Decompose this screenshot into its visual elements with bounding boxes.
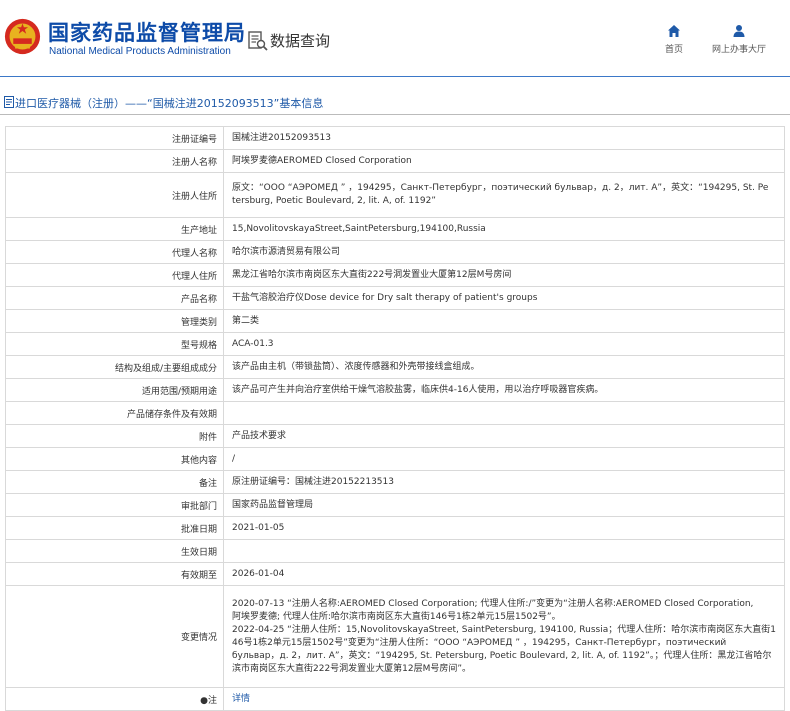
row-label: 附件 [5, 424, 224, 448]
table-row: 备注 原注册证编号：国械注进20152213513 [5, 470, 785, 494]
breadcrumb-text: 进口医疗器械（注册）——“国械注进20152093513”基本信息 [15, 97, 324, 110]
value-line: 原文：“ООО “АЭРОМЕД ” ，194295，Санкт-Петербу… [232, 183, 769, 193]
row-value [223, 539, 785, 563]
row-value: 第二类 [223, 309, 785, 333]
data-query-icon [248, 31, 268, 51]
row-value: 15,NovolitovskayaStreet,SaintPetersburg,… [223, 217, 785, 241]
user-icon [733, 25, 745, 37]
row-label: 生效日期 [5, 539, 224, 563]
row-value: 2021-01-05 [223, 516, 785, 540]
row-value: 2026-01-04 [223, 562, 785, 586]
row-label: ●注 [5, 687, 224, 711]
row-label: 管理类别 [5, 309, 224, 333]
table-row: 生产地址 15,NovolitovskayaStreet,SaintPetersb… [5, 217, 785, 241]
row-label: 结构及组成/主要组成成分 [5, 355, 224, 379]
site-title: 国家药品监督管理局 [48, 21, 246, 45]
row-label: 代理人名称 [5, 240, 224, 264]
row-value: 该产品由主机（带锁盐筒）、浓度传感器和外壳带接线盒组成。 [223, 355, 785, 379]
header-divider [0, 76, 790, 77]
row-label: 其他内容 [5, 447, 224, 471]
row-label: 注册人名称 [5, 149, 224, 173]
row-label: 代理人住所 [5, 263, 224, 287]
table-row: 结构及组成/主要组成成分 该产品由主机（带锁盐筒）、浓度传感器和外壳带接线盒组成。 [5, 355, 785, 379]
row-value: 原文：“ООО “АЭРОМЕД ” ，194295，Санкт-Петербу… [223, 172, 785, 218]
breadcrumb: 进口医疗器械（注册）——“国械注进20152093513”基本信息 [0, 92, 790, 114]
table-row: 审批部门 国家药品监督管理局 [5, 493, 785, 517]
table-row: 型号规格 ACA-01.3 [5, 332, 785, 356]
row-value: 国家药品监督管理局 [223, 493, 785, 517]
row-label: 审批部门 [5, 493, 224, 517]
document-icon [4, 96, 14, 108]
home-icon [668, 25, 680, 37]
nav-online-office[interactable]: 网上办事大厅 [706, 24, 772, 55]
header: 国家药品监督管理局 National Medical Products Admi… [0, 0, 790, 76]
row-label: 备注 [5, 470, 224, 494]
row-value: ACA-01.3 [223, 332, 785, 356]
row-value [223, 401, 785, 425]
table-row: 生效日期 [5, 539, 785, 563]
table-row: ●注 详情 [5, 687, 785, 711]
table-row: 注册人住所 原文：“ООО “АЭРОМЕД ” ，194295，Санкт-Пе… [5, 172, 785, 218]
table-row: 管理类别 第二类 [5, 309, 785, 333]
row-label: 变更情况 [5, 585, 224, 688]
nav-home-label: 首页 [664, 45, 683, 55]
table-row: 适用范围/预期用途 该产品可产生并向治疗室供给干燥气溶胶盐雾，临床供4-16人使用… [5, 378, 785, 402]
value-line: 2020-07-13 “注册人名称:AEROMED Closed Corpora… [232, 598, 754, 609]
row-value: 干盐气溶胶治疗仪Dose device for Dry salt therapy… [223, 286, 785, 310]
table-row: 变更情况 2020-07-13 “注册人名称:AEROMED Closed Cor… [5, 585, 785, 688]
table-row: 有效期至 2026-01-04 [5, 562, 785, 586]
data-query-title: 数据查询 [270, 32, 331, 50]
row-value: 阿埃罗麦德AEROMED Closed Corporation [223, 149, 785, 173]
table-row: 注册人名称 阿埃罗麦德AEROMED Closed Corporation [5, 149, 785, 173]
row-value: 2020-07-13 “注册人名称:AEROMED Closed Corpora… [223, 585, 785, 688]
row-label: 注册证编号 [5, 126, 224, 150]
row-value: 该产品可产生并向治疗室供给干燥气溶胶盐雾，临床供4-16人使用，用以治疗呼吸器官… [223, 378, 785, 402]
row-label: 批准日期 [5, 516, 224, 540]
value-line: 阿埃罗麦德; 代理人住所:哈尔滨市南岗区东大直街146号1栋2单元15层1502… [232, 611, 561, 622]
row-value: 哈尔滨市源清贸易有限公司 [223, 240, 785, 264]
details-link[interactable]: 详情 [232, 694, 250, 704]
table-row: 注册证编号 国械注进20152093513 [5, 126, 785, 150]
nav-online-office-label: 网上办事大厅 [711, 45, 766, 55]
row-label: 有效期至 [5, 562, 224, 586]
table-row: 代理人名称 哈尔滨市源清贸易有限公司 [5, 240, 785, 264]
row-value: 原注册证编号：国械注进20152213513 [223, 470, 785, 494]
row-label: 产品名称 [5, 286, 224, 310]
value-line: 滨市南岗区东大直街222号洞发置业大厦第12层M号房间”。 [232, 663, 472, 674]
value-line: 46号1栋2单元15层1502号”变更为“注册人住所：“ООО “АЭРОМЕД… [232, 637, 727, 648]
site-subtitle: National Medical Products Administration [49, 46, 231, 57]
breadcrumb-divider [0, 114, 790, 115]
value-line: tersburg, Poetic Boulevard, 2, lit. A, o… [232, 196, 436, 206]
table-row: 产品名称 干盐气溶胶治疗仪Dose device for Dry salt the… [5, 286, 785, 310]
table-row: 附件 产品技术要求 [5, 424, 785, 448]
table-row: 批准日期 2021-01-05 [5, 516, 785, 540]
row-label: 生产地址 [5, 217, 224, 241]
row-label: 注册人住所 [5, 172, 224, 218]
row-value: 黑龙江省哈尔滨市南岗区东大直街222号洞发置业大厦第12层M号房间 [223, 263, 785, 287]
value-line: 2022-04-25 “注册人住所：15,NovolitovskayaStree… [232, 624, 776, 635]
row-label: 适用范围/预期用途 [5, 378, 224, 402]
row-value: 产品技术要求 [223, 424, 785, 448]
table-row: 产品储存条件及有效期 [5, 401, 785, 425]
registration-info-table: 注册证编号 国械注进20152093513 注册人名称 阿埃罗麦德AEROMED Cl… [5, 126, 785, 711]
row-label: 产品储存条件及有效期 [5, 401, 224, 425]
nav-home[interactable]: 首页 [659, 24, 689, 55]
row-value: 详情 [223, 687, 785, 711]
row-value: / [223, 447, 785, 471]
value-line: бульвар，д. 2，лит. А”，英文：“194295, St. Pet… [232, 650, 772, 661]
row-value: 国械注进20152093513 [223, 126, 785, 150]
national-emblem-icon [4, 18, 41, 55]
row-label: 型号规格 [5, 332, 224, 356]
table-row: 其他内容 / [5, 447, 785, 471]
table-row: 代理人住所 黑龙江省哈尔滨市南岗区东大直街222号洞发置业大厦第12层M号房间 [5, 263, 785, 287]
